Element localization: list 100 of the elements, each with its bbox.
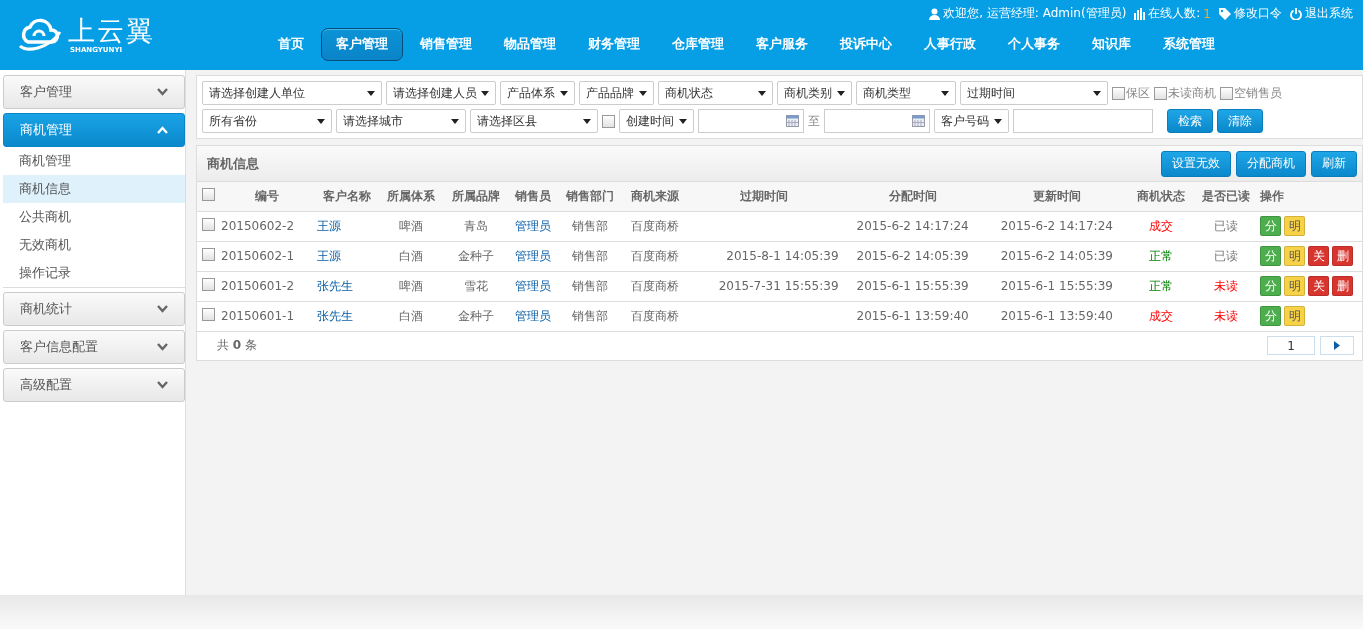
customer-link[interactable]: 张先生 [316, 278, 353, 293]
salesperson-link[interactable]: 管理员 [515, 248, 551, 263]
dropdown[interactable]: 过期时间 [960, 81, 1108, 105]
checkbox-label: 未读商机 [1168, 84, 1216, 102]
table-cell: 20150601-1 [219, 301, 315, 331]
row-checkbox[interactable] [201, 308, 215, 321]
sidebar-section-header[interactable]: 商机管理 [3, 113, 185, 147]
row-checkbox[interactable] [201, 278, 215, 291]
row-checkbox[interactable] [201, 248, 215, 261]
table-cell: 百度商桥 [622, 271, 687, 301]
nav-tab[interactable]: 销售管理 [405, 27, 487, 61]
sidebar-section-header[interactable]: 客户管理 [3, 75, 185, 109]
caret-icon [679, 118, 687, 124]
action-button[interactable]: 删 [1332, 276, 1353, 296]
table-cell: 2015-6-1 15:55:39 [840, 271, 985, 301]
caret-icon [481, 90, 489, 96]
table-cell: 2015-7-31 15:55:39 [686, 271, 841, 301]
nav-tab[interactable]: 财务管理 [573, 27, 655, 61]
table-cell: 销售部 [557, 271, 623, 301]
checkbox[interactable] [1220, 86, 1233, 100]
dropdown[interactable]: 请选择创建人员 [386, 81, 496, 105]
status-text: 成交 [1128, 211, 1194, 241]
chevron-down-icon [157, 305, 168, 313]
sidebar-item[interactable]: 商机信息 [3, 175, 185, 203]
salesperson-link[interactable]: 管理员 [515, 308, 551, 323]
next-page-button[interactable] [1320, 336, 1354, 355]
search-button[interactable]: 检索 [1167, 109, 1213, 133]
dropdown[interactable]: 商机状态 [658, 81, 773, 105]
table-cell: 2015-6-1 15:55:39 [984, 271, 1129, 301]
salesperson-link[interactable]: 管理员 [515, 218, 551, 233]
dropdown[interactable]: 产品体系 [500, 81, 575, 105]
dropdown[interactable]: 产品品牌 [579, 81, 654, 105]
column-header: 销售部门 [557, 182, 623, 211]
checkbox[interactable] [1154, 86, 1167, 100]
dropdown[interactable]: 商机类别 [777, 81, 852, 105]
nav-tab[interactable]: 客户管理 [321, 27, 403, 61]
date-field[interactable] [698, 109, 804, 133]
dropdown[interactable]: 创建时间 [619, 109, 694, 133]
clear-button[interactable]: 清除 [1217, 109, 1263, 133]
checkbox[interactable] [1112, 86, 1125, 100]
caret-icon [560, 90, 568, 96]
nav-tab[interactable]: 系统管理 [1148, 27, 1230, 61]
customer-link[interactable]: 张先生 [316, 308, 353, 323]
table-cell: 金种子 [443, 301, 509, 331]
search-input[interactable] [1013, 109, 1153, 133]
action-button[interactable]: 删 [1332, 246, 1353, 266]
customer-link[interactable]: 王源 [316, 248, 341, 263]
logout-link[interactable]: 退出系统 [1305, 5, 1353, 22]
action-button[interactable]: 分 [1260, 306, 1281, 326]
caret-icon [317, 118, 325, 124]
salesperson-link[interactable]: 管理员 [515, 278, 551, 293]
sidebar-section-header[interactable]: 商机统计 [3, 292, 185, 326]
nav-tab[interactable]: 客户服务 [741, 27, 823, 61]
dropdown[interactable]: 商机类型 [856, 81, 956, 105]
online-count: 1 [1203, 6, 1211, 21]
toolbar-button[interactable]: 设置无效 [1161, 150, 1231, 177]
row-checkbox[interactable] [201, 218, 215, 231]
toolbar-button[interactable]: 分配商机 [1236, 150, 1306, 177]
date-field[interactable] [824, 109, 930, 133]
toolbar-button[interactable]: 刷新 [1311, 150, 1357, 177]
action-button[interactable]: 分 [1260, 276, 1281, 296]
table-cell: 2015-6-2 14:05:39 [840, 241, 985, 271]
nav-tab[interactable]: 仓库管理 [657, 27, 739, 61]
table-cell: 白酒 [379, 241, 444, 271]
dropdown[interactable]: 所有省份 [202, 109, 332, 133]
dropdown[interactable]: 客户号码 [934, 109, 1009, 133]
sidebar-section-header[interactable]: 高级配置 [3, 368, 185, 402]
checkbox[interactable] [602, 114, 615, 128]
power-icon [1290, 7, 1302, 20]
action-button[interactable]: 明 [1284, 216, 1305, 236]
table-cell: 2015-6-2 14:05:39 [984, 241, 1129, 271]
dropdown[interactable]: 请选择区县 [470, 109, 598, 133]
status-text: 成交 [1128, 301, 1194, 331]
action-button[interactable]: 明 [1284, 246, 1305, 266]
action-button[interactable]: 分 [1260, 246, 1281, 266]
nav-tab[interactable]: 投诉中心 [825, 27, 907, 61]
caret-icon [758, 90, 766, 96]
dropdown[interactable]: 请选择创建人单位 [202, 81, 382, 105]
dropdown[interactable]: 请选择城市 [336, 109, 466, 133]
nav-tab[interactable]: 知识库 [1077, 27, 1146, 61]
action-button[interactable]: 分 [1260, 216, 1281, 236]
action-button[interactable]: 明 [1284, 306, 1305, 326]
column-header: 销售员 [508, 182, 558, 211]
column-header: 商机状态 [1128, 182, 1194, 211]
action-button[interactable]: 关 [1308, 246, 1329, 266]
nav-tab[interactable]: 物品管理 [489, 27, 571, 61]
column-header: 所属品牌 [443, 182, 509, 211]
action-button[interactable]: 关 [1308, 276, 1329, 296]
table-cell: 啤酒 [379, 271, 444, 301]
page-number[interactable]: 1 [1267, 336, 1315, 355]
change-password-link[interactable]: 修改口令 [1234, 5, 1282, 22]
nav-tab[interactable]: 首页 [263, 27, 319, 61]
select-all-checkbox[interactable] [201, 188, 215, 202]
table-cell: 青岛 [443, 211, 509, 241]
nav-tab[interactable]: 人事行政 [909, 27, 991, 61]
sidebar-section-header[interactable]: 客户信息配置 [3, 330, 185, 364]
customer-link[interactable]: 王源 [316, 218, 341, 233]
nav-tab[interactable]: 个人事务 [993, 27, 1075, 61]
action-button[interactable]: 明 [1284, 276, 1305, 296]
caret-right-icon [1334, 341, 1340, 350]
